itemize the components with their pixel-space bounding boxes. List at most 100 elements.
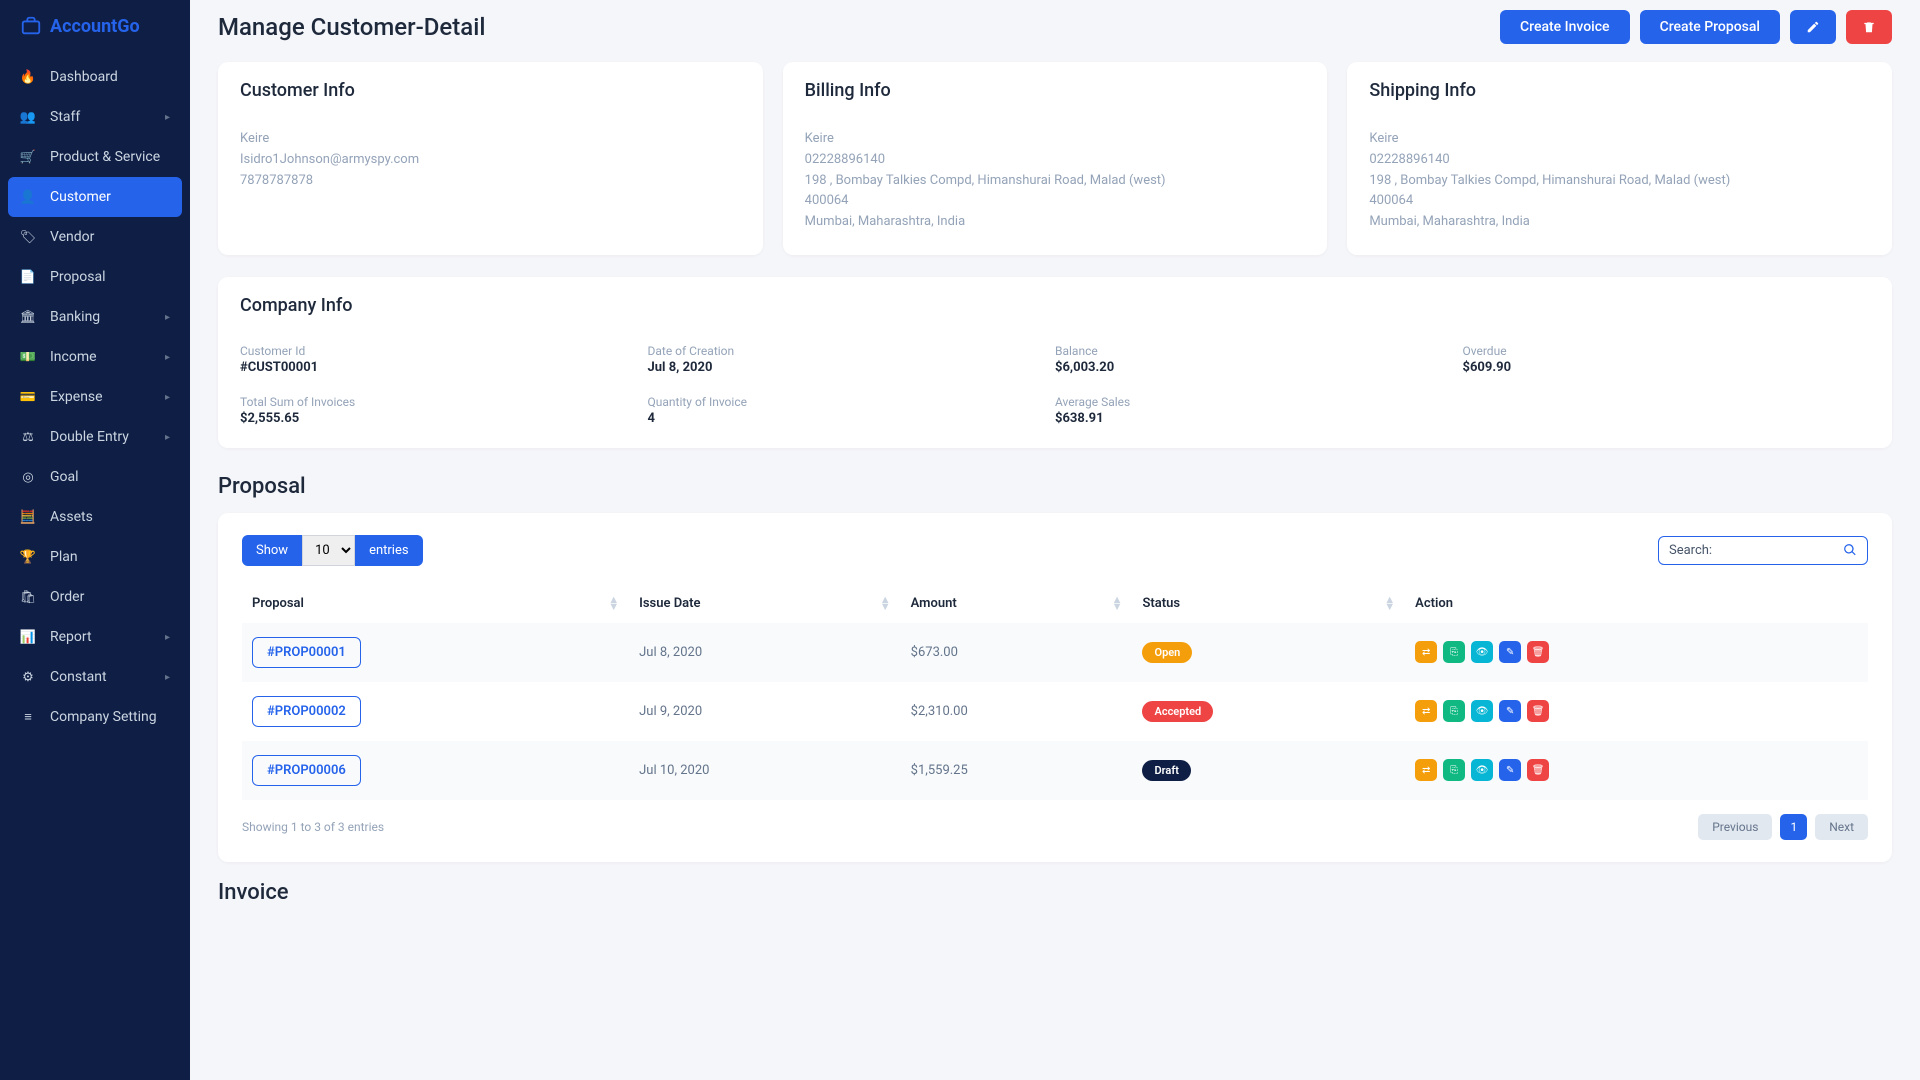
sidebar-item-expense[interactable]: 💳Expense▸ [0, 377, 190, 417]
sidebar-item-staff[interactable]: 👥Staff▸ [0, 97, 190, 137]
nav-label: Constant [50, 669, 107, 685]
stat-label: Average Sales [1055, 395, 1463, 409]
sidebar-item-customer[interactable]: 👤Customer [8, 177, 182, 217]
sidebar-item-double-entry[interactable]: ⚖ Double Entry ▸ [0, 417, 190, 457]
convert-button[interactable]: ⇄ [1415, 700, 1437, 722]
proposal-link[interactable]: #PROP00001 [252, 637, 361, 668]
chevron-right-icon: ▸ [165, 432, 170, 443]
copy-button[interactable]: ⎘ [1443, 641, 1465, 663]
delete-button[interactable] [1846, 10, 1892, 44]
proposal-link[interactable]: #PROP00006 [252, 755, 361, 786]
sidebar-item-order[interactable]: 🛍Order [0, 577, 190, 617]
issue-date: Jul 10, 2020 [629, 741, 901, 800]
create-invoice-button[interactable]: Create Invoice [1500, 10, 1630, 44]
sidebar-item-vendor[interactable]: 🏷Vendor [0, 217, 190, 257]
nav-label: Product & Service [50, 149, 160, 165]
nav-icon: ⚖ [20, 430, 36, 445]
edit-button[interactable]: ✎ [1499, 641, 1521, 663]
nav-icon: 📊 [20, 630, 36, 645]
company-info-card: Company Info Customer Id#CUST00001Date o… [218, 277, 1892, 448]
sidebar-item-plan[interactable]: 🏆Plan [0, 537, 190, 577]
search-input[interactable] [1720, 543, 1835, 558]
view-icon: 👁 [1476, 706, 1489, 717]
nav-icon: 💳 [20, 390, 36, 405]
copy-icon: ⎘ [1450, 706, 1458, 717]
edit-icon: ✎ [1506, 706, 1514, 717]
trash-icon [1862, 20, 1876, 34]
convert-icon: ⇄ [1422, 647, 1430, 658]
nav-icon: ⚙ [20, 670, 36, 685]
stat-block: Quantity of Invoice4 [648, 395, 1056, 426]
sidebar-item-dashboard[interactable]: 🔥Dashboard [0, 57, 190, 97]
status-badge: Accepted [1142, 701, 1213, 722]
sidebar-item-income[interactable]: 💵Income▸ [0, 337, 190, 377]
copy-button[interactable]: ⎘ [1443, 700, 1465, 722]
delete-button[interactable]: 🗑 [1527, 700, 1549, 722]
convert-button[interactable]: ⇄ [1415, 759, 1437, 781]
col-amount[interactable]: Amount▲▼ [901, 584, 1133, 623]
delete-button[interactable]: 🗑 [1527, 759, 1549, 781]
delete-icon: 🗑 [1532, 647, 1545, 658]
view-button[interactable]: 👁 [1471, 641, 1493, 663]
sidebar-item-product-service[interactable]: 🛒Product & Service [0, 137, 190, 177]
app-logo[interactable]: AccountGo [0, 15, 190, 57]
stat-label: Total Sum of Invoices [240, 395, 648, 409]
convert-button[interactable]: ⇄ [1415, 641, 1437, 663]
sidebar: AccountGo 🔥Dashboard👥Staff▸🛒Product & Se… [0, 0, 190, 1080]
sidebar-item-assets[interactable]: 🧮Assets [0, 497, 190, 537]
search-label: Search: [1669, 543, 1712, 558]
amount: $673.00 [901, 623, 1133, 682]
sort-icon: ▲▼ [608, 596, 619, 610]
header-actions: Create Invoice Create Proposal [1500, 10, 1892, 44]
proposal-tbody: #PROP00001Jul 8, 2020$673.00Open⇄⎘👁✎🗑#PR… [242, 623, 1868, 800]
sidebar-item-report[interactable]: 📊Report▸ [0, 617, 190, 657]
billing-info-card: Billing Info Keire 02228896140 198 , Bom… [783, 62, 1328, 255]
shipping-info-body: Keire 02228896140 198 , Bombay Talkies C… [1369, 129, 1870, 233]
view-button[interactable]: 👁 [1471, 759, 1493, 781]
sidebar-item-goal[interactable]: ◎Goal [0, 457, 190, 497]
col-action[interactable]: Action [1405, 584, 1868, 623]
nav-label: Double Entry [50, 429, 129, 445]
edit-button[interactable] [1790, 10, 1836, 44]
create-proposal-button[interactable]: Create Proposal [1640, 10, 1780, 44]
copy-icon: ⎘ [1450, 765, 1458, 776]
sidebar-item-proposal[interactable]: 📄Proposal [0, 257, 190, 297]
col-proposal[interactable]: Proposal▲▼ [242, 584, 629, 623]
nav-label: Banking [50, 309, 100, 325]
page-1-button[interactable]: 1 [1780, 814, 1807, 840]
next-button[interactable]: Next [1815, 814, 1868, 840]
stat-label: Customer Id [240, 344, 648, 358]
edit-button[interactable]: ✎ [1499, 759, 1521, 781]
proposal-section-title: Proposal [218, 474, 1892, 499]
nav-label: Assets [50, 509, 93, 525]
prev-button[interactable]: Previous [1698, 814, 1772, 840]
sidebar-item-banking[interactable]: 🏛Banking▸ [0, 297, 190, 337]
action-buttons: ⇄ ⎘ 👁 ✎ 🗑 [1415, 759, 1858, 781]
entries-select[interactable]: 10 [302, 535, 355, 566]
delete-button[interactable]: 🗑 [1527, 641, 1549, 663]
edit-button[interactable]: ✎ [1499, 700, 1521, 722]
show-label: Show [242, 535, 302, 566]
sidebar-item-constant[interactable]: ⚙Constant▸ [0, 657, 190, 697]
copy-button[interactable]: ⎘ [1443, 759, 1465, 781]
search-box: Search: [1658, 536, 1868, 565]
amount: $1,559.25 [901, 741, 1133, 800]
entries-selector: Show 10 entries [242, 535, 423, 566]
sort-icon: ▲▼ [880, 596, 891, 610]
stat-value: $609.90 [1463, 360, 1871, 375]
edit-icon: ✎ [1506, 647, 1514, 658]
table-footer: Showing 1 to 3 of 3 entries Previous 1 N… [242, 814, 1868, 840]
delete-icon: 🗑 [1532, 706, 1545, 717]
view-icon: 👁 [1476, 765, 1489, 776]
nav-icon: ◎ [20, 470, 36, 485]
stat-block: Total Sum of Invoices$2,555.65 [240, 395, 648, 426]
convert-icon: ⇄ [1422, 706, 1430, 717]
nav-label: Vendor [50, 229, 94, 245]
sidebar-item-company-setting[interactable]: ≡Company Setting [0, 697, 190, 737]
col-status[interactable]: Status▲▼ [1132, 584, 1405, 623]
col-issue-date[interactable]: Issue Date▲▼ [629, 584, 901, 623]
table-info: Showing 1 to 3 of 3 entries [242, 820, 384, 834]
proposal-link[interactable]: #PROP00002 [252, 696, 361, 727]
view-button[interactable]: 👁 [1471, 700, 1493, 722]
nav-label: Order [50, 589, 84, 605]
